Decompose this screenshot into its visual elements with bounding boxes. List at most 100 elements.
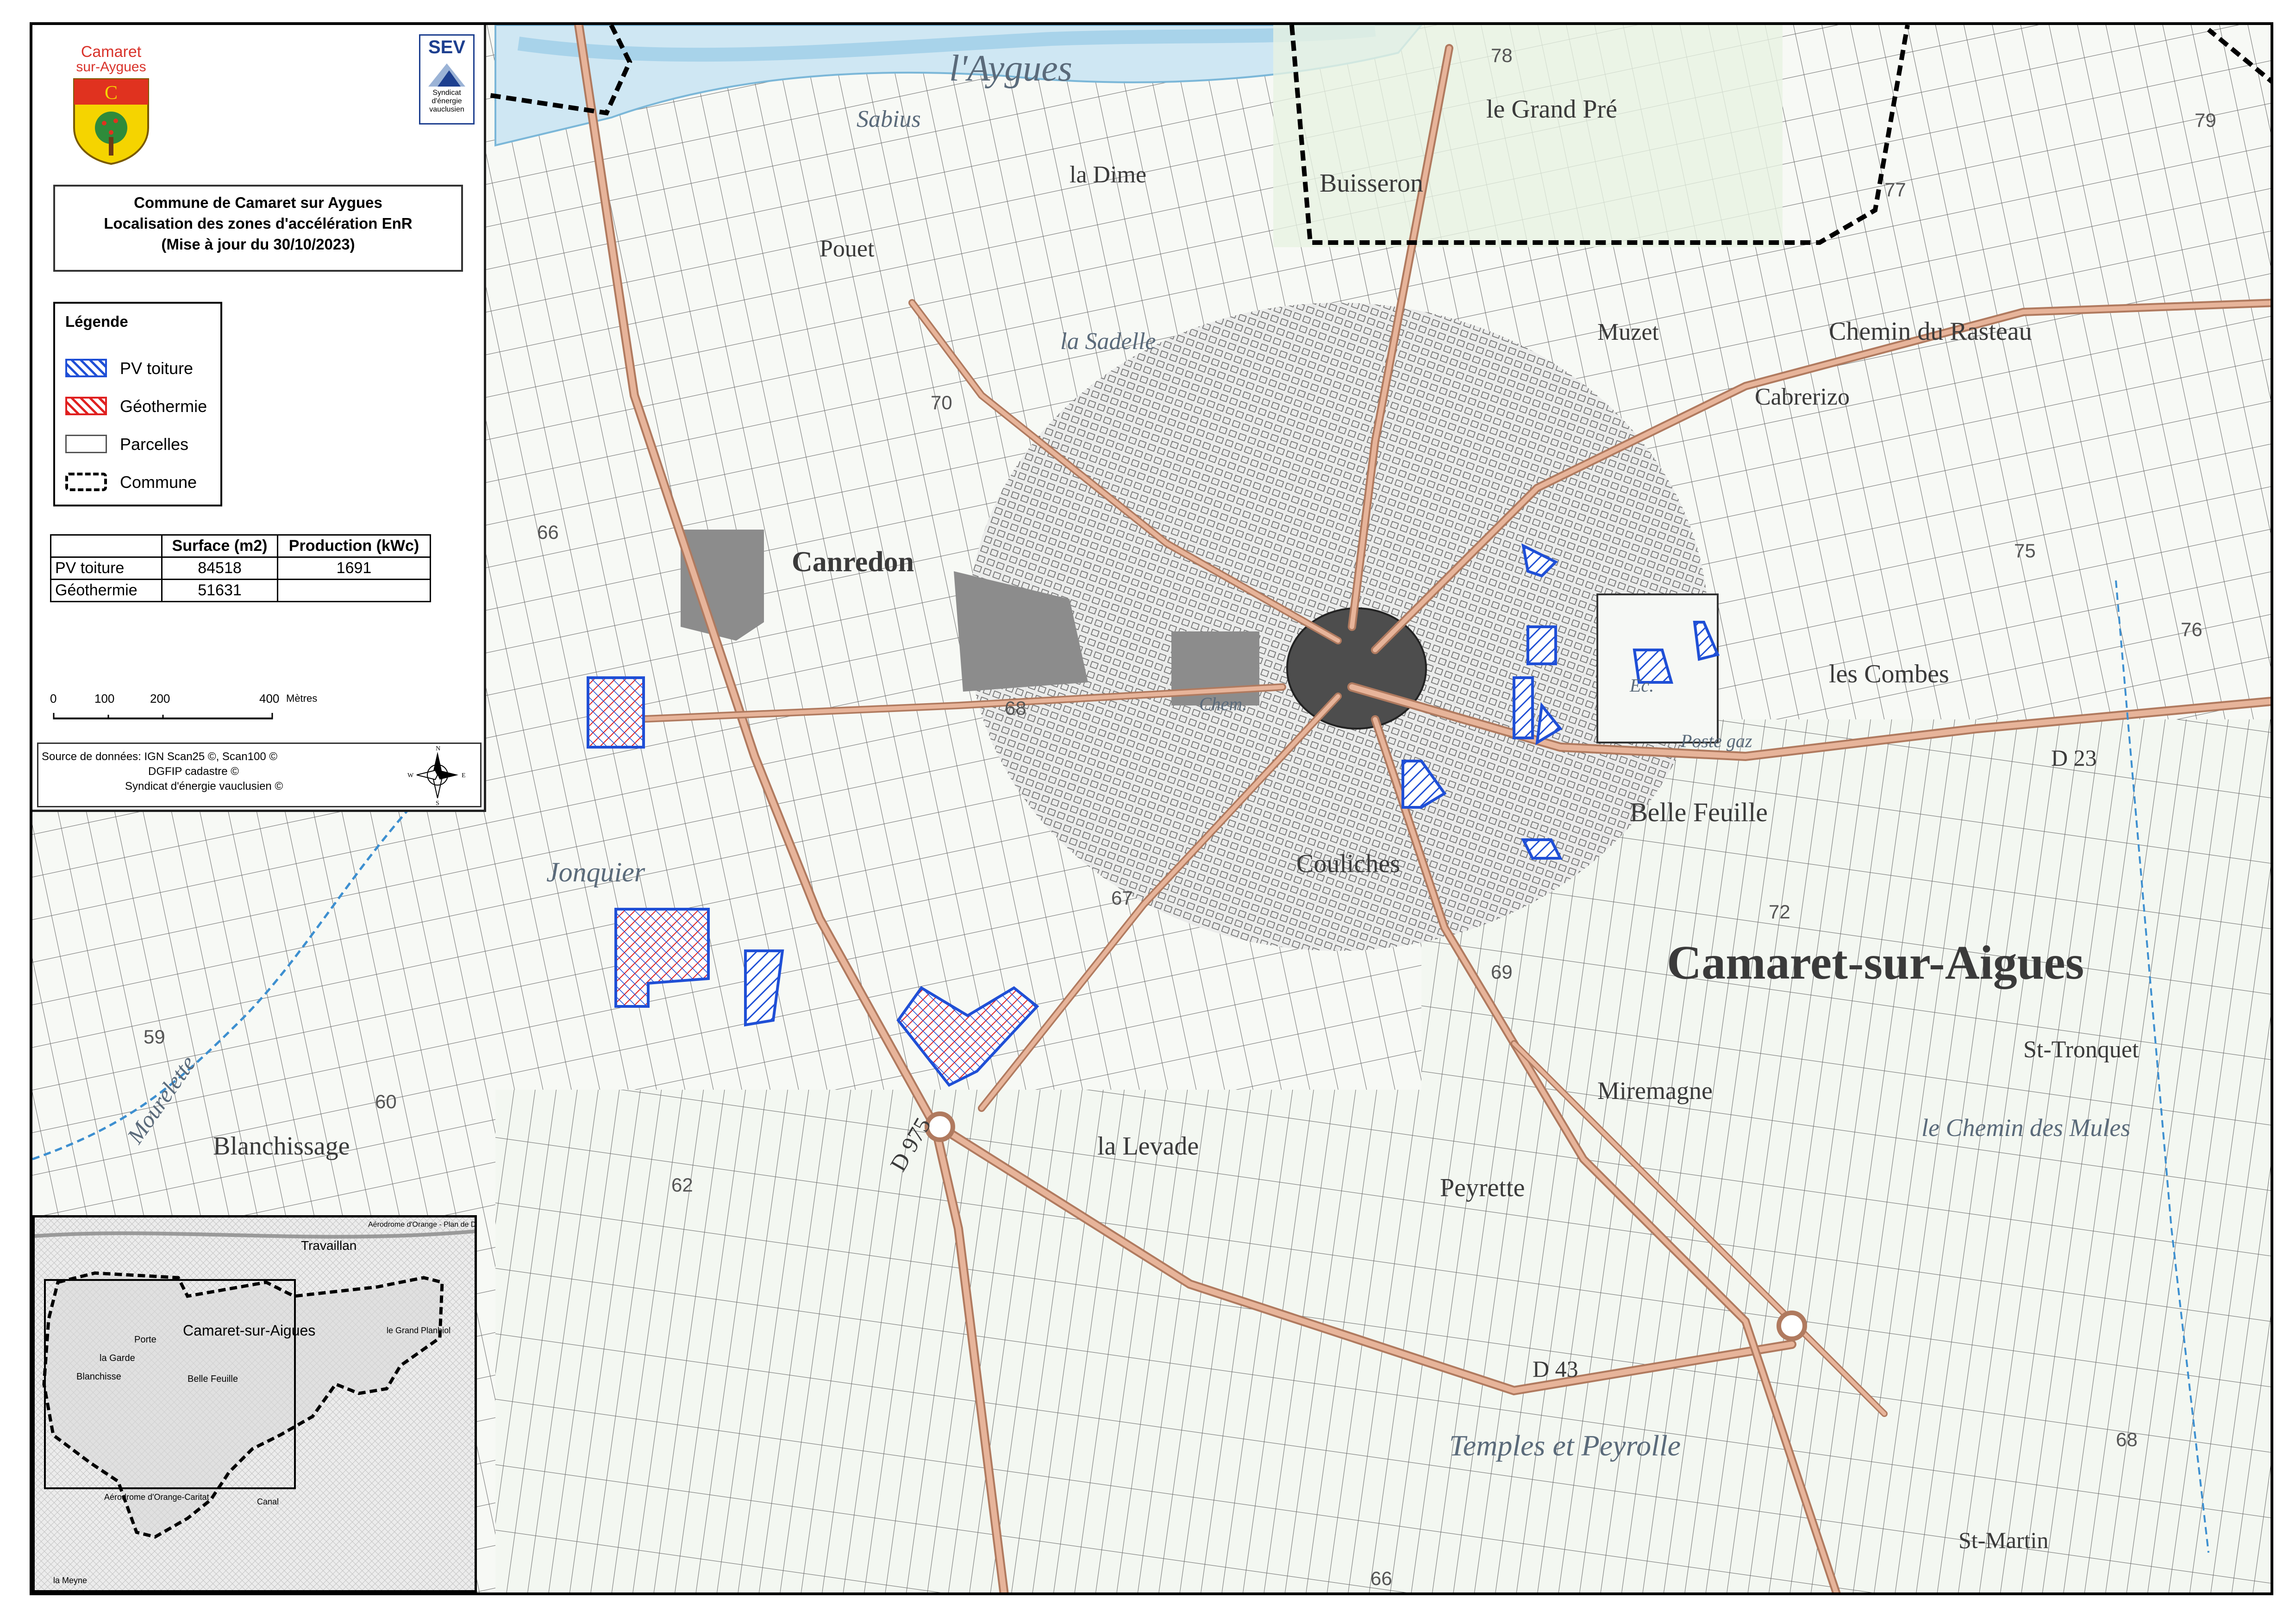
- inset-map: Travaillan Camaret-sur-Aigues la Garde B…: [32, 1215, 477, 1592]
- stats-header-row: Surface (m2) Production (kWc): [50, 534, 431, 558]
- commune-name-line1: Camaret: [81, 43, 142, 61]
- label-blanchissage: Blanchissage: [213, 1132, 350, 1161]
- label-jonquier: Jonquier: [546, 857, 645, 887]
- label-la-sadelle: la Sadelle: [1060, 328, 1156, 355]
- map-title: Commune de Camaret sur Aygues Localisati…: [53, 185, 463, 272]
- inset-label-travaillan: Travaillan: [301, 1238, 357, 1253]
- compass-rose-icon: N S E W: [407, 745, 466, 807]
- compass-s: S: [436, 800, 439, 805]
- parcels-south: [495, 1090, 1421, 1592]
- table-row: Géothermie 51631: [50, 579, 431, 602]
- elev-69: 69: [1491, 961, 1513, 983]
- legend-item-parcelles: Parcelles: [65, 433, 218, 455]
- table-row: PV toiture 84518 1691: [50, 556, 431, 580]
- elev-72: 72: [1769, 901, 1790, 923]
- elev-77: 77: [1884, 179, 1906, 200]
- label-poste-gaz: Poste gaz: [1680, 730, 1752, 751]
- label-muzet: Muzet: [1597, 319, 1659, 345]
- inset-label-belle-feuille: Belle Feuille: [188, 1374, 238, 1384]
- sources-line1: Source de données: IGN Scan25 ©, Scan100…: [42, 750, 278, 763]
- inset-label-aero-plan-dieu: Aérodrome d'Orange - Plan de Dieu: [368, 1221, 475, 1229]
- pv-zone-3: [1526, 625, 1557, 665]
- label-le-grand-pre: le Grand Pré: [1486, 95, 1617, 124]
- scale-tick-100: 100: [94, 692, 115, 705]
- label-camaret: Camaret-sur-Aigues: [1667, 936, 2084, 989]
- label-chemin-mules: le Chemin des Mules: [1921, 1114, 2130, 1142]
- legend: Légende PV toiture Géothermie Parcelles …: [53, 302, 222, 506]
- label-pouet: Pouet: [820, 236, 875, 262]
- commune-swatch-icon: [65, 473, 107, 491]
- label-buisseron: Buisseron: [1320, 169, 1423, 198]
- label-cabrerizo: Cabrerizo: [1755, 384, 1850, 410]
- elev-76: 76: [2181, 618, 2202, 640]
- inset-label-la-garde: la Garde: [100, 1353, 135, 1363]
- label-chem: Chem.: [1199, 693, 1247, 714]
- geo-zone-1: [587, 676, 645, 749]
- parcel-swatch-icon: [65, 435, 107, 453]
- label-ec: Ec.: [1629, 675, 1654, 696]
- scale-unit: Mètres: [286, 693, 318, 704]
- label-belle-feuille: Belle Feuille: [1630, 797, 1768, 827]
- sev-line1: Syndicat: [432, 89, 461, 97]
- label-chemin-rasteau: Chemin du Rasteau: [1829, 317, 2032, 346]
- elev-67: 67: [1111, 887, 1133, 909]
- elev-60: 60: [375, 1091, 397, 1112]
- stats-cell: PV toiture: [50, 556, 163, 580]
- scale-tick-0: 0: [50, 692, 57, 705]
- title-line2: Localisation des zones d'accélération En…: [104, 215, 413, 232]
- legend-title: Légende: [65, 313, 128, 330]
- elev-66: 66: [537, 521, 559, 543]
- inset-label-blanchisse: Blanchisse: [76, 1372, 121, 1382]
- inset-label-la-meyne: la Meyne: [53, 1576, 87, 1585]
- elev-78: 78: [1491, 44, 1513, 66]
- label-aygues: l'Aygues: [949, 48, 1072, 89]
- sources-line3: Syndicat d'énergie vauclusien ©: [125, 780, 283, 793]
- sev-mark-icon: [428, 63, 465, 87]
- label-la-levade: la Levade: [1097, 1132, 1199, 1161]
- stats-header-production: Production (kWc): [277, 534, 431, 558]
- elev-68b: 68: [2116, 1429, 2138, 1450]
- stats-cell: 1691: [277, 556, 431, 580]
- legend-item-commune: Commune: [65, 471, 218, 493]
- compass-w: W: [407, 772, 414, 779]
- sev-line3: vauclusien: [429, 106, 464, 113]
- stats-cell: [277, 579, 431, 602]
- stats-cell: 51631: [161, 579, 278, 602]
- stats-header-surface: Surface (m2): [161, 534, 278, 558]
- legend-item-pv: PV toiture: [65, 357, 218, 379]
- label-peyrette: Peyrette: [1440, 1174, 1525, 1202]
- pv-swatch-icon: [65, 359, 107, 377]
- sev-line2: d'énergie: [432, 97, 462, 105]
- geo-swatch-icon: [65, 397, 107, 415]
- label-temples: Temples et Peyrolle: [1449, 1429, 1681, 1462]
- scale-bar-line: [53, 713, 273, 719]
- scale-tick-200: 200: [150, 692, 170, 705]
- inset-label-porte: Porte: [134, 1335, 156, 1345]
- elev-79: 79: [2195, 109, 2216, 131]
- sev-logo: SEV Syndicat d'énergie vauclusien: [419, 34, 475, 125]
- sources-line2: DGFIP cadastre ©: [148, 765, 239, 778]
- roundabout-se: [1777, 1311, 1807, 1341]
- title-line3: (Mise à jour du 30/10/2023): [161, 236, 355, 253]
- inset-label-camaret: Camaret-sur-Aigues: [183, 1322, 315, 1339]
- north-arrow: N S E W: [405, 745, 470, 807]
- sev-acronym: SEV: [428, 37, 466, 57]
- shield-letter: C: [105, 82, 118, 104]
- title-line1: Commune de Camaret sur Aygues: [134, 194, 382, 211]
- elev-70: 70: [931, 392, 952, 413]
- label-sabius: Sabius: [857, 106, 921, 132]
- elev-59: 59: [144, 1026, 165, 1048]
- inset-label-grand-planbiol: le Grand Planbiol: [387, 1326, 450, 1335]
- legend-panel: Camaret sur-Aygues C SEV Syndicat d'éner…: [32, 25, 486, 812]
- elev-75: 75: [2014, 540, 2036, 562]
- stats-header-blank: [50, 534, 163, 558]
- sources: Source de données: IGN Scan25 ©, Scan100…: [42, 749, 366, 794]
- stats-cell: 84518: [161, 556, 278, 580]
- label-d23: D 23: [2051, 745, 2097, 771]
- commune-logo: Camaret sur-Aygues C: [51, 44, 171, 169]
- stats-table: Surface (m2) Production (kWc) PV toiture…: [50, 534, 431, 602]
- label-les-combes: les Combes: [1829, 660, 1949, 688]
- label-st-tronquet: St-Tronquet: [2023, 1036, 2139, 1063]
- inset-label-aero-caritat: Aérodrome d'Orange-Caritat: [104, 1492, 209, 1502]
- vegetation-ne: [1273, 25, 1783, 247]
